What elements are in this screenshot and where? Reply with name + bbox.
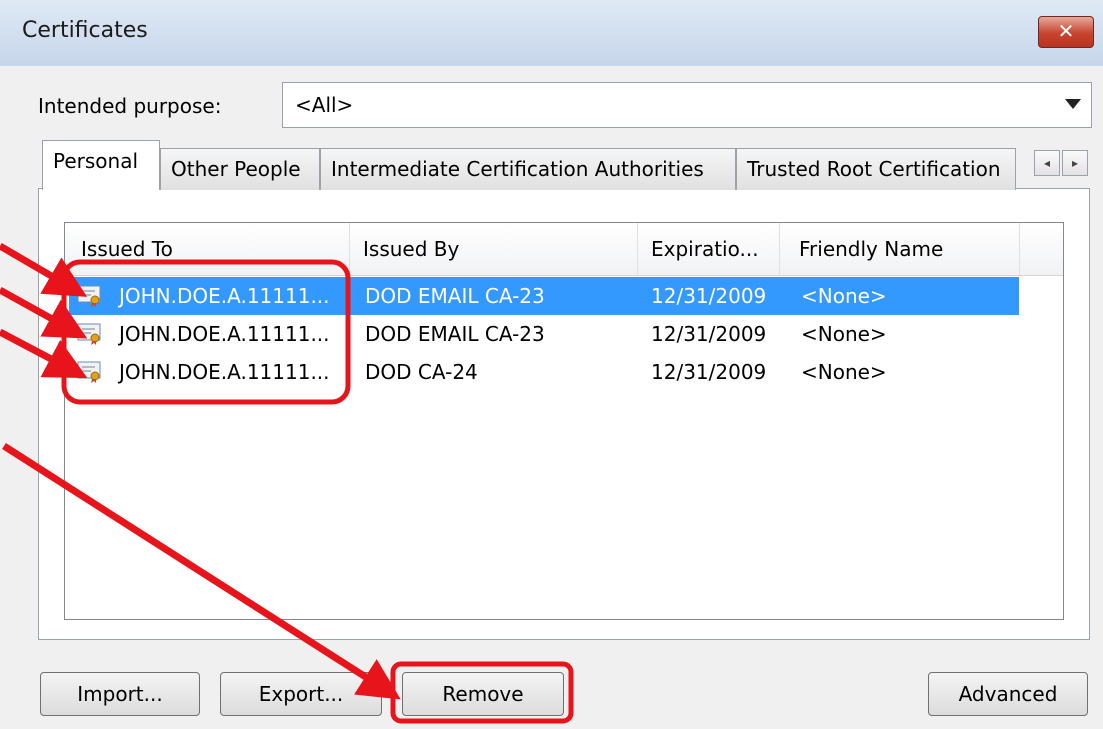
cell-issued-to: JOHN.DOE.A.11111... (119, 284, 330, 308)
intended-purpose-select[interactable]: <All> (282, 82, 1092, 128)
arrow-left-icon: ◂ (1043, 156, 1051, 170)
tab-other-people[interactable]: Other People (160, 148, 320, 190)
column-header-expiration[interactable]: Expiratio... (651, 237, 759, 261)
cell-issued-to: JOHN.DOE.A.11111... (119, 322, 330, 346)
tab-intermediate-ca-label: Intermediate Certification Authorities (331, 157, 704, 181)
tab-personal-label: Personal (53, 149, 139, 173)
export-button-label: Export... (258, 682, 344, 706)
certificates-dialog: Certificates ✕ Intended purpose: <All> P… (0, 0, 1103, 729)
advanced-button[interactable]: Advanced (928, 672, 1088, 716)
cell-issued-to: JOHN.DOE.A.11111... (119, 360, 330, 384)
cell-friendly-name: <None> (801, 322, 887, 346)
tab-trusted-root[interactable]: Trusted Root Certification (736, 148, 1016, 190)
cell-expiration: 12/31/2009 (651, 284, 767, 308)
tab-scroll-left-button[interactable]: ◂ (1034, 150, 1060, 176)
tab-intermediate-ca[interactable]: Intermediate Certification Authorities (320, 148, 736, 190)
advanced-button-label: Advanced (958, 682, 1058, 706)
tab-personal[interactable]: Personal (42, 140, 160, 190)
title-bar[interactable]: Certificates ✕ (0, 0, 1103, 66)
certificate-list[interactable]: Issued To Issued By Expiratio... Friendl… (64, 222, 1064, 620)
close-icon: ✕ (1057, 19, 1075, 43)
table-row[interactable]: JOHN.DOE.A.11111... DOD EMAIL CA-23 12/3… (69, 277, 1019, 315)
column-header-friendly-name[interactable]: Friendly Name (799, 237, 943, 261)
table-row[interactable]: JOHN.DOE.A.11111... DOD EMAIL CA-23 12/3… (69, 315, 1019, 353)
column-header-issued-to[interactable]: Issued To (81, 237, 173, 261)
cell-friendly-name: <None> (801, 360, 887, 384)
chevron-down-icon[interactable] (1065, 99, 1081, 109)
arrow-right-icon: ▸ (1071, 156, 1079, 170)
close-button[interactable]: ✕ (1038, 16, 1094, 48)
cell-expiration: 12/31/2009 (651, 322, 767, 346)
import-button[interactable]: Import... (40, 672, 200, 716)
import-button-label: Import... (77, 682, 163, 706)
cell-issued-by: DOD EMAIL CA-23 (365, 284, 545, 308)
column-divider[interactable] (779, 223, 780, 275)
column-header-issued-by[interactable]: Issued By (363, 237, 459, 261)
cell-friendly-name: <None> (801, 284, 887, 308)
cell-expiration: 12/31/2009 (651, 360, 767, 384)
cell-issued-by: DOD EMAIL CA-23 (365, 322, 545, 346)
certificate-icon (77, 323, 101, 345)
table-row[interactable]: JOHN.DOE.A.11111... DOD CA-24 12/31/2009… (69, 353, 1019, 391)
certificate-icon (77, 285, 101, 307)
remove-button-label: Remove (442, 682, 524, 706)
window-title: Certificates (22, 18, 148, 43)
cell-issued-by: DOD CA-24 (365, 360, 478, 384)
column-divider[interactable] (637, 223, 638, 275)
column-divider[interactable] (1019, 223, 1020, 275)
column-divider[interactable] (349, 223, 350, 275)
tab-scroll-right-button[interactable]: ▸ (1062, 150, 1088, 176)
list-header: Issued To Issued By Expiratio... Friendl… (65, 223, 1063, 276)
intended-purpose-value: <All> (295, 93, 354, 117)
certificate-icon (77, 361, 101, 383)
remove-button[interactable]: Remove (402, 672, 564, 716)
tab-other-people-label: Other People (171, 157, 301, 181)
intended-purpose-label: Intended purpose: (38, 94, 222, 118)
tab-trusted-root-label: Trusted Root Certification (747, 157, 1001, 181)
export-button[interactable]: Export... (220, 672, 382, 716)
